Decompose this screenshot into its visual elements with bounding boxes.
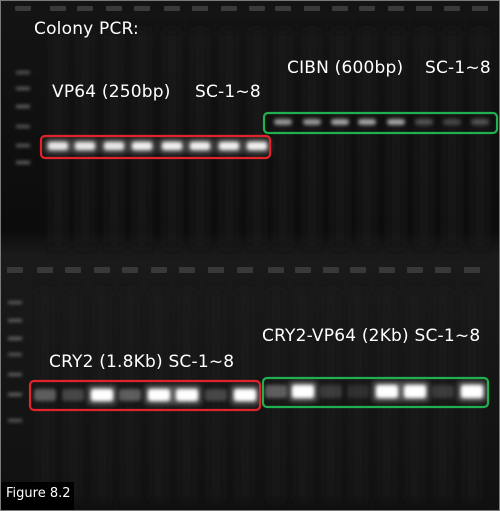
well bbox=[192, 6, 208, 11]
well bbox=[179, 267, 195, 273]
lane-smear bbox=[75, 31, 95, 246]
lane-smear bbox=[162, 31, 182, 246]
cry2vp64-band bbox=[461, 385, 483, 398]
cry2-band bbox=[34, 389, 56, 401]
ladder-band bbox=[8, 319, 22, 322]
cry2vp64-label: CRY2-VP64 (2Kb) SC-1~8 bbox=[262, 326, 481, 346]
well bbox=[472, 6, 488, 11]
cry2-label: CRY2 (1.8Kb) SC-1~8 bbox=[49, 352, 235, 372]
well bbox=[37, 267, 53, 273]
cry2vp64-band bbox=[265, 385, 287, 398]
ladder-band bbox=[16, 105, 30, 108]
well bbox=[151, 267, 167, 273]
cry2-band bbox=[234, 389, 256, 401]
well bbox=[407, 267, 423, 273]
cibn-band bbox=[443, 119, 461, 125]
cibn-band bbox=[387, 119, 405, 125]
well bbox=[94, 267, 110, 273]
vp64-label: VP64 (250bp) bbox=[52, 82, 171, 102]
cry2-band bbox=[205, 389, 227, 401]
well bbox=[359, 6, 375, 11]
cry2vp64-band bbox=[376, 385, 398, 398]
ladder-band bbox=[16, 71, 30, 74]
well bbox=[416, 6, 432, 11]
figure-number-label: Figure 8.2 bbox=[0, 482, 74, 511]
well bbox=[15, 6, 31, 11]
well bbox=[350, 267, 366, 273]
lane-smear bbox=[190, 31, 210, 246]
vp64-band bbox=[132, 142, 152, 150]
lane-smear bbox=[247, 31, 267, 246]
lane-smear bbox=[132, 31, 152, 246]
vp64-band bbox=[104, 142, 124, 150]
cry2vp64-band bbox=[432, 385, 454, 398]
well bbox=[332, 6, 348, 11]
well bbox=[50, 6, 66, 11]
cry2-band bbox=[176, 389, 198, 401]
vp64-band bbox=[162, 142, 182, 150]
well bbox=[268, 267, 284, 273]
cibn-band bbox=[471, 119, 489, 125]
cibn-label: CIBN (600bp) bbox=[287, 58, 404, 78]
vp64-sc-label: SC-1~8 bbox=[195, 82, 261, 102]
figure-title: Colony PCR: bbox=[34, 19, 139, 39]
lane-smear bbox=[219, 31, 239, 246]
well bbox=[164, 6, 180, 11]
cibn-band bbox=[358, 119, 376, 125]
lane-smear bbox=[48, 31, 68, 246]
well bbox=[275, 6, 291, 11]
well bbox=[304, 6, 320, 11]
well bbox=[435, 267, 451, 273]
well bbox=[444, 6, 460, 11]
vp64-band bbox=[190, 142, 210, 150]
well bbox=[379, 267, 395, 273]
well bbox=[388, 6, 404, 11]
well bbox=[134, 6, 150, 11]
well bbox=[464, 267, 480, 273]
well bbox=[323, 267, 339, 273]
ladder-band bbox=[16, 125, 30, 128]
well bbox=[208, 267, 224, 273]
well bbox=[237, 267, 253, 273]
gel-figure: Colony PCR: VP64 (250bp) SC-1~8 CIBN (60… bbox=[0, 0, 500, 511]
well bbox=[106, 6, 122, 11]
ladder-band bbox=[16, 161, 30, 164]
well bbox=[7, 267, 23, 273]
ladder-band bbox=[8, 301, 22, 304]
vp64-band bbox=[75, 142, 95, 150]
well bbox=[65, 267, 81, 273]
vp64-band bbox=[48, 142, 68, 150]
cry2-band bbox=[62, 389, 84, 401]
ladder-band bbox=[8, 393, 22, 396]
cibn-band bbox=[415, 119, 433, 125]
well bbox=[221, 6, 237, 11]
well bbox=[122, 267, 138, 273]
well bbox=[77, 6, 93, 11]
ladder-band bbox=[16, 144, 30, 147]
ladder-band bbox=[8, 337, 22, 340]
cibn-band bbox=[331, 119, 349, 125]
cry2-band bbox=[119, 389, 141, 401]
cry2-band bbox=[91, 389, 113, 401]
cry2-band bbox=[148, 389, 170, 401]
cry2vp64-band bbox=[347, 385, 369, 398]
cry2vp64-band bbox=[320, 385, 342, 398]
cibn-band bbox=[274, 119, 292, 125]
well bbox=[295, 267, 311, 273]
ladder-band bbox=[16, 87, 30, 90]
vp64-band bbox=[219, 142, 239, 150]
vp64-band bbox=[247, 142, 267, 150]
lane-smear bbox=[104, 31, 124, 246]
cry2vp64-band bbox=[404, 385, 426, 398]
ladder-band bbox=[8, 353, 22, 356]
ladder-band bbox=[8, 373, 22, 376]
cibn-sc-label: SC-1~8 bbox=[425, 58, 491, 78]
cry2vp64-band bbox=[292, 385, 314, 398]
well bbox=[249, 6, 265, 11]
cibn-band bbox=[303, 119, 321, 125]
ladder-band bbox=[8, 419, 22, 422]
